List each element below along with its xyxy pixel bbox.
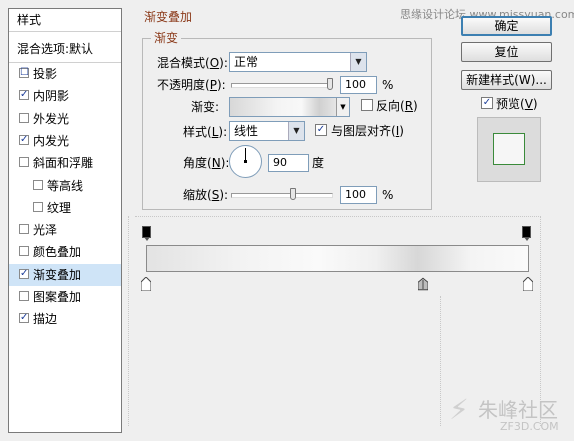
style-item-checkbox[interactable]: [19, 291, 29, 301]
style-item[interactable]: 外发光: [9, 108, 121, 130]
style-item-label: 描边: [33, 312, 58, 326]
align-with-layer-label: 与图层对齐(I): [331, 124, 404, 138]
style-item-checkbox[interactable]: [19, 157, 29, 167]
style-item-label: 内发光: [33, 134, 70, 148]
style-item[interactable]: ✓ 内阴影: [9, 85, 121, 107]
scale-label: 缩放(S):: [183, 188, 229, 202]
style-item[interactable]: 图案叠加: [9, 286, 121, 308]
gradient-label: 渐变:: [191, 100, 220, 114]
style-item-checkbox[interactable]: [33, 180, 43, 190]
reverse-checkbox[interactable]: [361, 99, 373, 111]
blend-options-label: 混合选项:默认: [17, 42, 94, 56]
style-item[interactable]: ✓ 内发光: [9, 130, 121, 152]
gradient-picker[interactable]: ▼: [229, 97, 350, 117]
style-item-checkbox[interactable]: ✓: [19, 90, 29, 100]
style-item-checkbox[interactable]: ✓: [19, 135, 29, 145]
style-item-checkbox[interactable]: ✓: [19, 313, 29, 323]
scale-slider-thumb[interactable]: [290, 188, 296, 200]
gradient-editor-divider: [135, 216, 539, 218]
align-with-layer-checkbox[interactable]: ✓: [315, 124, 327, 136]
color-stop-left[interactable]: [141, 277, 151, 291]
reverse-label: 反向(R): [376, 99, 418, 113]
chevron-down-icon[interactable]: ▼: [288, 122, 304, 140]
style-item-label: 等高线: [47, 179, 84, 193]
blend-options-item[interactable]: 混合选项:默认: [9, 38, 121, 63]
style-item[interactable]: 纹理: [9, 197, 121, 219]
style-item-label: 颜色叠加: [33, 245, 82, 259]
preview-label: 预览(V): [496, 97, 538, 111]
opacity-label: 不透明度(P):: [157, 78, 226, 92]
gradient-editor-vline-left: [128, 216, 130, 426]
angle-dial-center: [244, 160, 247, 163]
gradient-overlay-title: 渐变叠加: [141, 10, 196, 24]
angle-unit: 度: [312, 156, 325, 170]
style-item[interactable]: ✓ 描边: [9, 308, 121, 330]
style-item-checkbox[interactable]: [19, 246, 29, 256]
styles-list-panel: 样式 混合选项:默认 ☐ 投影 ✓ 内阴影外发光 ✓ 内发光斜面和浮雕等高线纹理光泽颜色叠…: [8, 8, 122, 433]
style-value: 线性: [234, 124, 259, 138]
blend-mode-value: 正常: [234, 55, 259, 69]
preview-checkbox[interactable]: ✓: [481, 97, 493, 109]
color-stop-mid[interactable]: [418, 277, 428, 291]
style-item[interactable]: 等高线: [9, 175, 121, 197]
gradient-group-title: 渐变: [151, 31, 182, 45]
watermark-bottom: 朱峰社区: [478, 398, 558, 422]
gradient-dropdown-icon[interactable]: ▼: [336, 98, 349, 116]
style-item[interactable]: 颜色叠加: [9, 241, 121, 263]
angle-dial[interactable]: [229, 145, 262, 178]
scale-slider-track[interactable]: [231, 193, 333, 198]
angle-input[interactable]: 90: [268, 154, 309, 172]
style-label: 样式(L):: [183, 125, 228, 139]
style-item-checkbox[interactable]: ✓: [19, 269, 29, 279]
style-select[interactable]: 线性 ▼: [229, 121, 305, 141]
style-item[interactable]: 斜面和浮雕: [9, 152, 121, 174]
opacity-slider-thumb[interactable]: [327, 78, 333, 90]
opacity-stop-left[interactable]: [142, 226, 151, 241]
watermark-logo-icon: ⚡: [449, 393, 469, 426]
opacity-stop-right[interactable]: [522, 226, 531, 241]
style-item-label: 斜面和浮雕: [33, 156, 94, 170]
style-item-label: 图案叠加: [33, 290, 82, 304]
preview-swatch: [477, 117, 541, 182]
new-style-button[interactable]: 新建样式(W)...: [461, 70, 552, 90]
style-item-label: 光泽: [33, 223, 58, 237]
blend-mode-label: 混合模式(O):: [157, 56, 228, 70]
scale-unit: %: [382, 188, 394, 202]
opacity-slider-track[interactable]: [231, 83, 333, 88]
style-item-label: 渐变叠加: [33, 268, 82, 282]
style-item-checkbox[interactable]: [19, 113, 29, 123]
opacity-input[interactable]: 100: [340, 76, 377, 94]
gradient-bar[interactable]: [146, 245, 529, 272]
style-item[interactable]: ☐ 投影: [9, 63, 121, 85]
color-stop-right[interactable]: [523, 277, 533, 291]
angle-label: 角度(N):: [183, 156, 230, 170]
styles-header[interactable]: 样式: [9, 9, 121, 32]
style-item-checkbox[interactable]: ☐: [19, 68, 29, 78]
style-item[interactable]: 光泽: [9, 219, 121, 241]
ok-button[interactable]: 确定: [461, 16, 552, 36]
style-item-label: 内阴影: [33, 89, 70, 103]
style-item-label: 纹理: [47, 201, 72, 215]
chevron-down-icon[interactable]: ▼: [350, 53, 366, 71]
scale-input[interactable]: 100: [340, 186, 377, 204]
style-item-label: 投影: [33, 67, 58, 81]
style-item-checkbox[interactable]: [19, 224, 29, 234]
blend-mode-select[interactable]: 正常 ▼: [229, 52, 367, 72]
style-item-label: 外发光: [33, 112, 70, 126]
style-item[interactable]: ✓ 渐变叠加: [9, 264, 121, 286]
preview-swatch-inner: [493, 133, 525, 165]
reset-button[interactable]: 复位: [461, 42, 552, 62]
opacity-unit: %: [382, 78, 394, 92]
style-item-checkbox[interactable]: [33, 202, 43, 212]
styles-header-label: 样式: [17, 13, 42, 27]
watermark-sub: ZF3D.COM: [500, 420, 559, 433]
